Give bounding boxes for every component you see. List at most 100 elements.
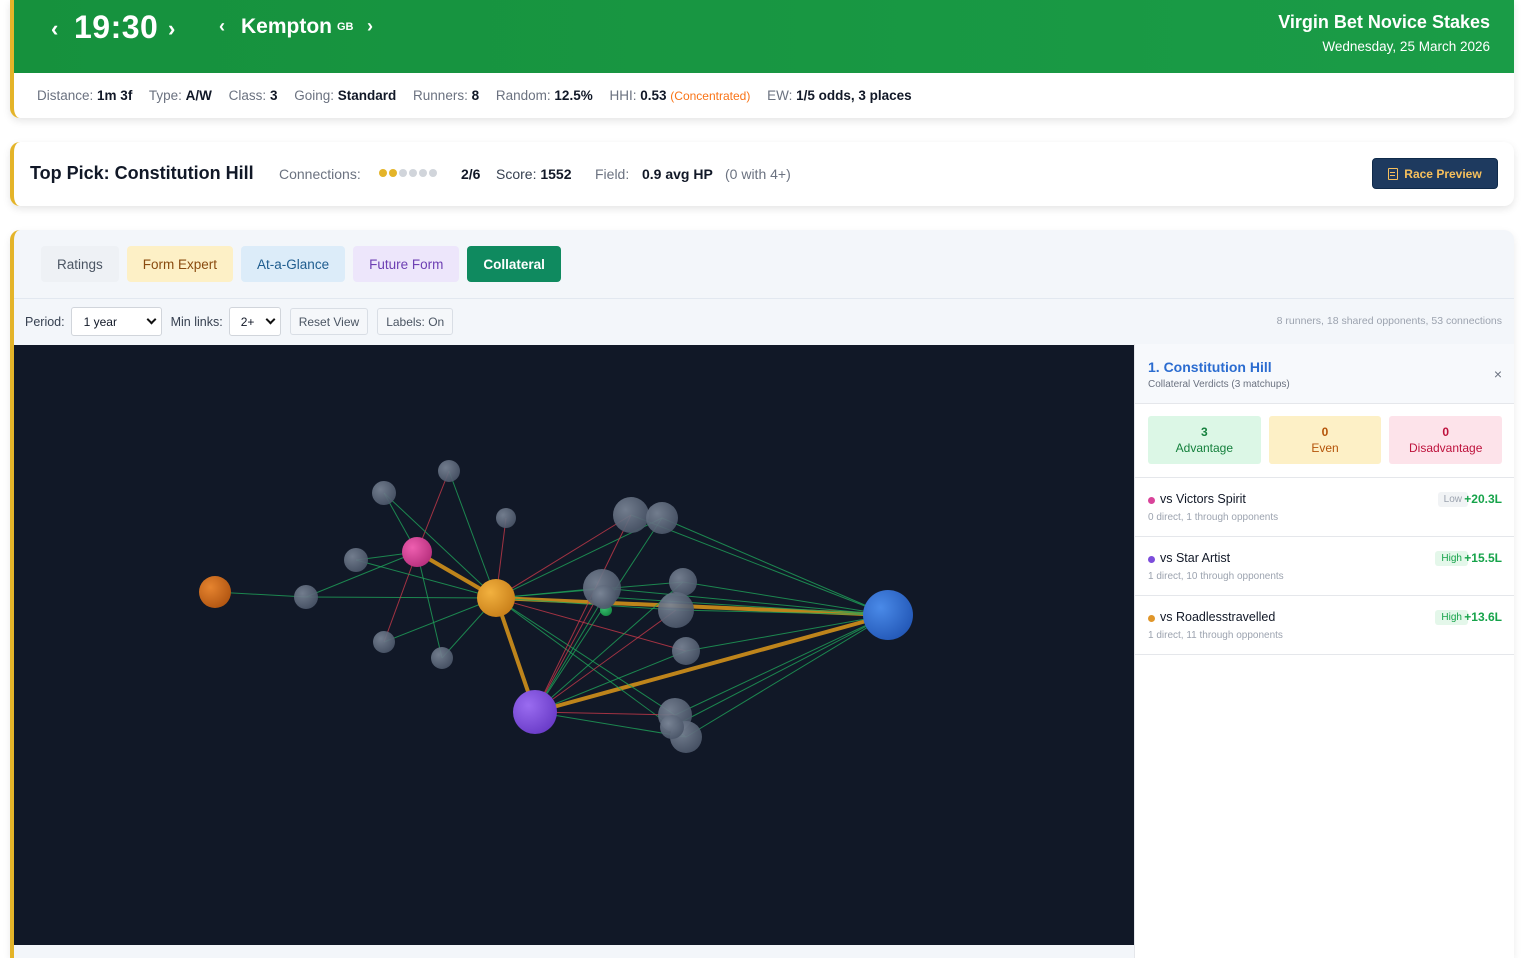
prev-course-chevron-icon[interactable]: ‹: [219, 17, 225, 35]
matchup-name: vs Star Artist: [1160, 551, 1231, 565]
field-value: 0.9 avg HP: [642, 166, 713, 182]
edge-disadvantage: [534, 609, 677, 713]
advantage-count: 3: [1200, 425, 1208, 439]
tab-ratings[interactable]: Ratings: [41, 246, 119, 282]
chevron-down-icon: [146, 314, 157, 325]
score-label: Score:: [496, 166, 537, 182]
tab-collateral[interactable]: Collateral: [467, 246, 561, 282]
meta-runners-value: 8: [471, 88, 480, 103]
tab-future-form[interactable]: Future Form: [353, 246, 460, 282]
selected-runner-title[interactable]: 1. Constitution Hill: [1148, 359, 1272, 375]
country-code: GB: [337, 21, 354, 34]
runner-color-dot: [1148, 556, 1155, 563]
race-preview-button[interactable]: Race Preview: [1372, 158, 1498, 189]
close-icon[interactable]: ×: [1494, 366, 1502, 382]
race-header-bar: ‹ 19:30 › ‹ Kempton GB › Virgin Bet Novic…: [14, 0, 1514, 73]
opponent-node[interactable]: [496, 508, 516, 528]
meta-random-value: 12.5%: [554, 88, 593, 103]
disadvantage-label: Disadvantage: [1408, 441, 1483, 455]
min-links-label: Min links:: [170, 314, 223, 329]
collateral-panel: Ratings Form Expert At-a-Glance Future F…: [10, 230, 1514, 958]
min-links-select[interactable]: 2+: [228, 307, 281, 336]
advantage-label: Advantage: [1175, 441, 1234, 455]
opponent-node[interactable]: [373, 631, 395, 653]
runner-color-dot: [1148, 615, 1155, 622]
opponent-node[interactable]: [294, 585, 318, 609]
advantage-box: 3 Advantage: [1148, 416, 1261, 464]
race-time: 19:30: [74, 9, 159, 45]
meta-class: Class: 3: [229, 88, 278, 103]
graph-stats: 8 runners, 18 shared opponents, 53 conne…: [1276, 315, 1502, 327]
opponent-node[interactable]: [660, 715, 684, 739]
opponent-node[interactable]: [344, 548, 368, 572]
chevron-down-icon: [265, 314, 276, 325]
race-header-card: ‹ 19:30 › ‹ Kempton GB › Virgin Bet Novic…: [10, 0, 1514, 118]
collateral-network-graph[interactable]: [14, 345, 1134, 945]
matchup-name: vs Victors Spirit: [1160, 492, 1246, 506]
opponent-node[interactable]: [438, 460, 460, 482]
runner-node[interactable]: [477, 579, 515, 617]
prev-race-chevron-icon[interactable]: ‹: [51, 18, 58, 40]
meta-ew: EW: 1/5 odds, 3 places: [767, 88, 912, 103]
meta-ew-label: EW:: [767, 88, 793, 103]
race-preview-label: Race Preview: [1404, 166, 1482, 181]
runner-node[interactable]: [199, 576, 231, 608]
runner-node[interactable]: [863, 590, 913, 640]
meta-type: Type: A/W: [149, 88, 212, 103]
connection-dot: [399, 169, 407, 177]
connections-value: 2/6: [461, 166, 481, 182]
meta-hhi-value: 0.53: [640, 88, 667, 103]
race-name: Virgin Bet Novice Stakes: [1278, 12, 1490, 32]
opponent-node[interactable]: [592, 585, 616, 609]
opponent-node[interactable]: [613, 497, 649, 533]
race-meta: Distance: 1m 3f Type: A/W Class: 3 Going…: [37, 88, 925, 103]
runner-color-dot: [1148, 497, 1155, 504]
meta-runners-label: Runners:: [413, 88, 468, 103]
collateral-verdicts-panel: 1. Constitution Hill Collateral Verdicts…: [1134, 344, 1514, 958]
opponent-node[interactable]: [669, 568, 697, 596]
meta-type-label: Type:: [148, 88, 182, 103]
matchup-row[interactable]: vs Star Artist 1 direct, 10 through oppo…: [1135, 537, 1514, 596]
matchup-name: vs Roadlesstravelled: [1160, 610, 1276, 624]
course-label: Kempton: [241, 15, 332, 38]
opponent-node[interactable]: [646, 502, 678, 534]
tab-form-expert[interactable]: Form Expert: [126, 246, 234, 282]
matchup-margin: +13.6L: [1464, 610, 1502, 624]
meta-class-value: 3: [269, 88, 278, 103]
top-pick-title: Top Pick: Constitution Hill: [30, 163, 254, 183]
document-icon: [1388, 167, 1399, 180]
connections-dots: [379, 169, 437, 177]
reset-view-button[interactable]: Reset View: [289, 308, 369, 335]
matchup-detail: 1 direct, 11 through opponents: [1148, 630, 1283, 641]
next-race-chevron-icon[interactable]: ›: [168, 18, 175, 40]
view-tabs: Ratings Form Expert At-a-Glance Future F…: [41, 246, 561, 282]
meta-type-value: A/W: [185, 88, 212, 103]
matchup-margin: +20.3L: [1464, 492, 1502, 506]
period-select[interactable]: 1 year: [70, 307, 162, 336]
field-label: Field:: [595, 166, 630, 182]
top-pick-card: Top Pick: Constitution Hill Connections:…: [10, 142, 1514, 206]
period-label: Period:: [25, 314, 65, 329]
disadvantage-count: 0: [1442, 425, 1450, 439]
opponent-node[interactable]: [672, 637, 700, 665]
tab-at-a-glance[interactable]: At-a-Glance: [241, 246, 346, 282]
connection-dot: [389, 169, 397, 177]
edge-advantage: [416, 551, 443, 659]
runner-node[interactable]: [513, 690, 557, 734]
toolbar-divider: [14, 298, 1514, 299]
opponent-node[interactable]: [431, 647, 453, 669]
opponent-node[interactable]: [372, 481, 396, 505]
edge-advantage: [383, 492, 497, 599]
matchup-row[interactable]: vs Victors Spirit 0 direct, 1 through op…: [1135, 478, 1514, 537]
matchup-row[interactable]: vs Roadlesstravelled 1 direct, 11 throug…: [1135, 596, 1514, 655]
runner-node[interactable]: [402, 537, 432, 567]
meta-class-label: Class:: [228, 88, 267, 103]
meta-runners: Runners: 8: [413, 88, 479, 103]
network-canvas[interactable]: [14, 345, 1134, 945]
labels-toggle-button[interactable]: Labels: On: [377, 308, 454, 335]
side-panel-header: 1. Constitution Hill Collateral Verdicts…: [1135, 344, 1514, 404]
opponent-node[interactable]: [658, 592, 694, 628]
even-label: Even: [1311, 441, 1339, 455]
next-course-chevron-icon[interactable]: ›: [367, 17, 373, 35]
confidence-badge: High: [1435, 551, 1468, 566]
